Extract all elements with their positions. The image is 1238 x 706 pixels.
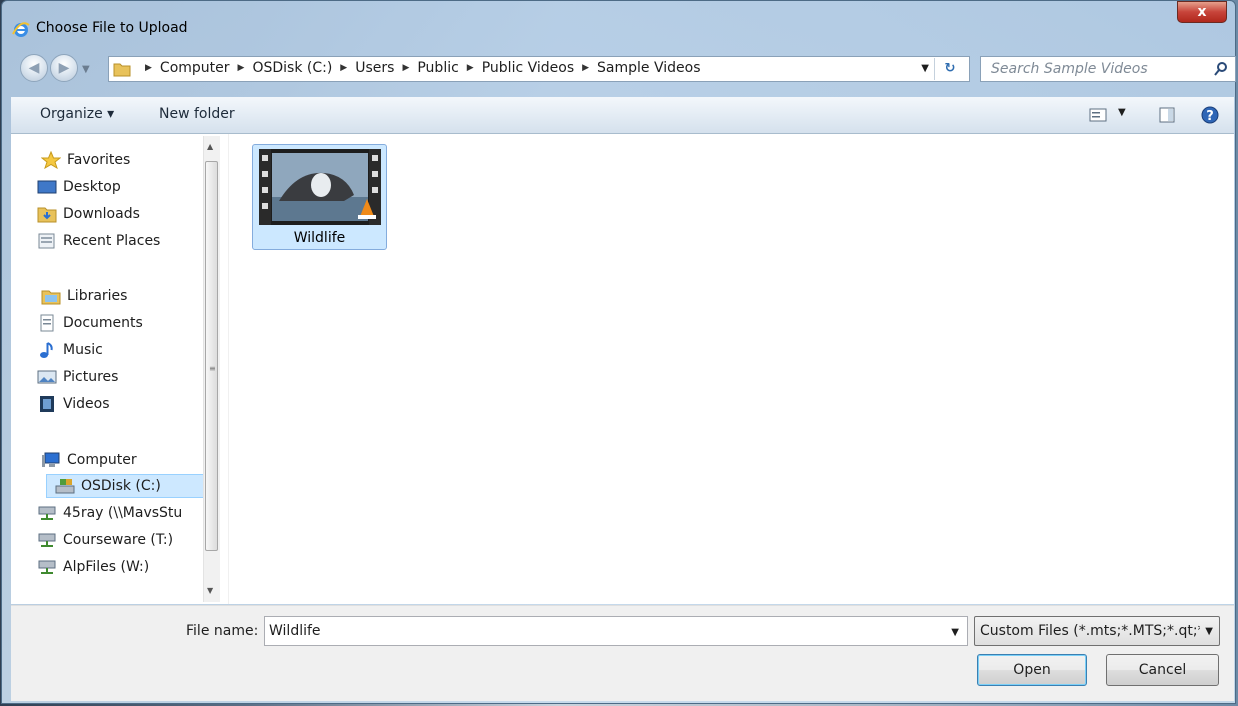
nav-favorites[interactable]: Favorites (41, 148, 130, 172)
music-icon (40, 342, 53, 358)
file-name-input[interactable]: Wildlife ▼ (264, 616, 968, 646)
file-item-wildlife[interactable]: Wildlife (252, 144, 387, 250)
address-history-chevron-icon[interactable]: ▼ (921, 63, 929, 74)
nav-alpfiles[interactable]: AlpFiles (W:) (37, 555, 149, 579)
breadcrumb: ▶ Computer ▶ OSDisk (C:) ▶ Users ▶ Publi… (137, 60, 701, 76)
nav-pictures-label: Pictures (63, 369, 119, 385)
nav-courseware[interactable]: Courseware (T:) (37, 528, 173, 552)
nav-desktop[interactable]: Desktop (37, 175, 121, 199)
file-name-value: Wildlife (269, 623, 321, 639)
search-placeholder: Search Sample Videos (991, 61, 1148, 77)
breadcrumb-sample-videos[interactable]: Sample Videos (597, 60, 700, 76)
nav-pictures[interactable]: Pictures (37, 365, 118, 389)
nav-libraries-label: Libraries (67, 288, 128, 304)
internet-explorer-icon (12, 22, 30, 37)
nav-documents[interactable]: Documents (37, 311, 143, 335)
open-button[interactable]: Open (977, 654, 1087, 686)
nav-scroll-thumb[interactable]: ≡ (205, 161, 218, 551)
nav-videos-label: Videos (63, 396, 110, 412)
file-name-label: Wildlife (293, 230, 346, 246)
recent-pages-chevron-icon[interactable]: ▼ (82, 64, 90, 75)
refresh-button[interactable]: ↻ (934, 58, 965, 80)
chevron-right-icon[interactable]: ▶ (467, 63, 474, 73)
change-view-icon[interactable] (1089, 108, 1107, 122)
desktop-icon (37, 180, 57, 194)
grip-icon: ≡ (209, 364, 216, 373)
star-icon (41, 151, 61, 169)
pictures-icon (37, 370, 57, 384)
nav-osdisk[interactable]: OSDisk (C:) (46, 474, 216, 498)
browser-area: Favorites Desktop Downloads Recent Place… (11, 134, 1234, 604)
forward-button[interactable]: ▶ (50, 54, 78, 82)
file-name-history-chevron-icon[interactable]: ▼ (951, 627, 959, 638)
file-type-chevron-icon[interactable]: ▼ (1205, 626, 1213, 637)
documents-icon (40, 314, 54, 332)
nav-videos[interactable]: Videos (37, 392, 110, 416)
breadcrumb-public[interactable]: Public (417, 60, 458, 76)
breadcrumb-users[interactable]: Users (355, 60, 394, 76)
search-input[interactable]: Search Sample Videos (980, 56, 1236, 82)
scroll-down-arrow-icon[interactable]: ▼ (207, 586, 213, 595)
breadcrumb-osdisk[interactable]: OSDisk (C:) (252, 60, 332, 76)
network-drive-icon (38, 533, 56, 547)
command-toolbar: Organize ▾ New folder ▼ ? (11, 97, 1234, 134)
network-drive-icon (38, 506, 56, 520)
breadcrumb-computer[interactable]: Computer (160, 60, 230, 76)
svg-text:?: ? (1206, 109, 1214, 124)
help-icon[interactable]: ? (1200, 105, 1220, 125)
recent-places-icon (38, 233, 55, 249)
nav-alpfiles-label: AlpFiles (W:) (63, 559, 150, 575)
nav-desktop-label: Desktop (63, 179, 121, 195)
preview-pane-icon[interactable] (1159, 107, 1175, 123)
nav-scrollbar[interactable]: ▲ ≡ ▼ (203, 136, 220, 602)
downloads-folder-icon (37, 207, 57, 223)
address-bar[interactable]: ▶ Computer ▶ OSDisk (C:) ▶ Users ▶ Publi… (108, 56, 970, 82)
chevron-right-icon[interactable]: ▶ (582, 63, 589, 73)
folder-icon (113, 63, 131, 77)
chevron-right-icon[interactable]: ▶ (238, 63, 245, 73)
videos-icon (40, 396, 54, 412)
video-thumbnail-icon (259, 149, 381, 225)
computer-icon (42, 452, 60, 467)
file-upload-dialog: Choose File to Upload x ◀ ▶ ▼ ▶ Computer… (1, 0, 1236, 704)
chevron-right-icon[interactable]: ▶ (340, 63, 347, 73)
nav-libraries[interactable]: Libraries (41, 284, 127, 308)
drive-icon (55, 479, 75, 494)
nav-recent-places-label: Recent Places (63, 233, 161, 249)
scroll-up-arrow-icon[interactable]: ▲ (207, 142, 213, 151)
breadcrumb-public-videos[interactable]: Public Videos (482, 60, 574, 76)
nav-documents-label: Documents (63, 315, 143, 331)
organize-menu[interactable]: Organize ▾ (40, 106, 114, 122)
chevron-right-icon[interactable]: ▶ (145, 63, 152, 73)
view-options-chevron-icon[interactable]: ▼ (1118, 107, 1126, 118)
file-type-select[interactable]: Custom Files (*.mts;*.MTS;*.qt;* ▼ (974, 616, 1220, 646)
nav-osdisk-label: OSDisk (C:) (81, 478, 161, 494)
navigation-pane: Favorites Desktop Downloads Recent Place… (11, 134, 221, 604)
nav-music-label: Music (63, 342, 103, 358)
nav-45ray[interactable]: 45ray (\\MavsStu (37, 501, 182, 525)
file-name-field-label: File name: (186, 623, 259, 639)
dialog-title: Choose File to Upload (36, 20, 188, 36)
file-type-value: Custom Files (*.mts;*.MTS;*.qt;* (980, 623, 1200, 639)
nav-downloads-label: Downloads (63, 206, 140, 222)
nav-computer-label: Computer (67, 452, 137, 468)
pane-divider[interactable] (228, 134, 229, 604)
search-icon[interactable] (1213, 61, 1229, 77)
new-folder-button[interactable]: New folder (159, 106, 235, 122)
nav-recent-places[interactable]: Recent Places (37, 229, 160, 253)
libraries-icon (41, 290, 61, 305)
close-button[interactable]: x (1177, 1, 1227, 23)
nav-courseware-label: Courseware (T:) (63, 532, 174, 548)
nav-45ray-label: 45ray (\\MavsStu (63, 505, 183, 521)
dialog-footer: File name: Wildlife ▼ Custom Files (*.mt… (11, 605, 1234, 701)
nav-music[interactable]: Music (37, 338, 103, 362)
nav-downloads[interactable]: Downloads (37, 202, 140, 226)
nav-computer[interactable]: Computer (41, 448, 137, 472)
chevron-right-icon[interactable]: ▶ (402, 63, 409, 73)
title-bar[interactable]: Choose File to Upload x (2, 1, 1235, 43)
nav-favorites-label: Favorites (67, 152, 131, 168)
back-button[interactable]: ◀ (20, 54, 48, 82)
cancel-button[interactable]: Cancel (1106, 654, 1219, 686)
network-drive-icon (38, 560, 56, 574)
